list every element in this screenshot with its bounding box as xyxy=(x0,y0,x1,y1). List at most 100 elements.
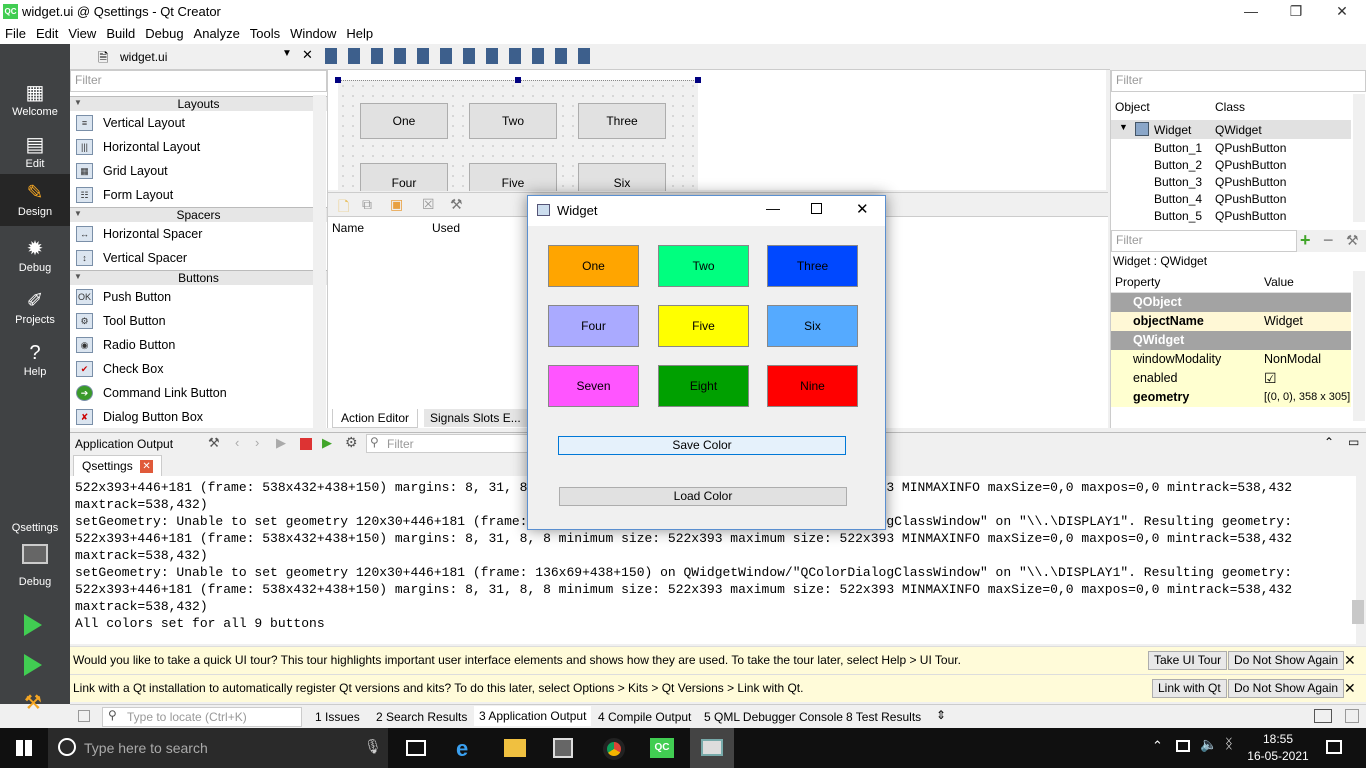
locator-input[interactable]: Type to locate (Ctrl+K) xyxy=(102,707,302,727)
link-with-qt-button[interactable]: Link with Qt xyxy=(1152,679,1227,698)
widget-form-layout[interactable]: ☷ Form Layout xyxy=(70,183,327,207)
menu-file[interactable]: File xyxy=(0,24,31,43)
widget-app-taskbar-item[interactable] xyxy=(690,728,734,768)
widget-horizontal-layout[interactable]: ||| Horizontal Layout xyxy=(70,135,327,159)
settings-gear-icon[interactable]: ⚙ xyxy=(345,434,358,451)
prev-icon[interactable]: ‹ xyxy=(235,435,239,450)
color-button-five[interactable]: Five xyxy=(658,305,749,347)
notification-icon[interactable] xyxy=(1326,740,1342,754)
property-filter-input[interactable]: Filter xyxy=(1111,230,1297,252)
volume-icon[interactable]: 🔈 xyxy=(1200,736,1217,753)
toggle-sidebar-icon[interactable] xyxy=(78,710,90,722)
widget-check-box[interactable]: ✔ Check Box xyxy=(70,357,327,381)
widget-filter-input[interactable]: Filter xyxy=(70,70,327,92)
color-button-four[interactable]: Four xyxy=(548,305,639,347)
file-dropdown-icon[interactable]: ▼ xyxy=(282,48,292,59)
color-button-two[interactable]: Two xyxy=(658,245,749,287)
restore-button[interactable]: ❐ xyxy=(1273,0,1319,24)
windows-start-icon[interactable] xyxy=(16,740,32,756)
widget-push-button[interactable]: OK Push Button xyxy=(70,285,327,309)
pane-qml-debugger-console[interactable]: 5 QML Debugger Console xyxy=(704,710,843,724)
menu-view[interactable]: View xyxy=(63,24,101,43)
pane-issues[interactable]: 1 Issues xyxy=(315,710,360,724)
do-not-show-again-button[interactable]: Do Not Show Again xyxy=(1228,679,1345,698)
build-hammer-icon[interactable]: ⚒ xyxy=(24,690,42,715)
widget-command-link-button[interactable]: ➔ Command Link Button xyxy=(70,381,327,405)
output-scrollbar-thumb[interactable] xyxy=(1352,600,1364,624)
output-tab-qsettings[interactable]: Qsettings ✕ xyxy=(73,455,163,476)
new-action-icon[interactable]: 🗋 xyxy=(338,196,349,220)
battery-icon[interactable] xyxy=(1176,740,1190,752)
dialog-close-button[interactable]: ✕ xyxy=(856,200,869,218)
selection-handle[interactable] xyxy=(515,77,521,83)
load-color-button[interactable]: Load Color xyxy=(559,487,847,506)
menu-help[interactable]: Help xyxy=(341,24,378,43)
form-button-one[interactable]: One xyxy=(360,103,448,139)
widget-dialog-button-box[interactable]: ✘ Dialog Button Box xyxy=(70,405,327,429)
close-infobar-icon[interactable]: ✕ xyxy=(1344,675,1356,701)
remove-property-icon[interactable]: − xyxy=(1323,230,1334,251)
widget-vertical-layout[interactable]: ≡ Vertical Layout xyxy=(70,111,327,135)
mode-welcome[interactable]: ▦ Welcome xyxy=(0,74,70,126)
widget-radio-button[interactable]: ◉ Radio Button xyxy=(70,333,327,357)
clean-icon[interactable]: ⚒ xyxy=(208,435,220,451)
file-explorer-icon[interactable] xyxy=(504,739,526,757)
task-view-icon[interactable] xyxy=(406,740,426,756)
minimize-button[interactable]: — xyxy=(1228,0,1274,24)
close-infobar-icon[interactable]: ✕ xyxy=(1344,647,1356,673)
toggle-progress-icon[interactable] xyxy=(1345,709,1359,723)
color-button-three[interactable]: Three xyxy=(767,245,858,287)
stop-icon[interactable] xyxy=(300,438,312,450)
taskbar-search-box[interactable]: Type here to search 🎙 xyxy=(48,728,388,768)
form-button-six[interactable]: Six xyxy=(578,163,666,191)
menu-analyze[interactable]: Analyze xyxy=(189,24,245,43)
form-button-three[interactable]: Three xyxy=(578,103,666,139)
widget-vertical-spacer[interactable]: ↕ Vertical Spacer xyxy=(70,246,327,270)
edge-browser-icon[interactable]: e xyxy=(456,736,468,762)
chrome-icon[interactable] xyxy=(603,738,625,760)
debug-run-icon[interactable] xyxy=(24,654,42,676)
color-button-six[interactable]: Six xyxy=(767,305,858,347)
category-spacers[interactable]: Spacers xyxy=(70,207,327,222)
microphone-icon[interactable]: 🎙 xyxy=(364,738,382,755)
copy-action-icon[interactable]: ⧉ xyxy=(362,196,372,213)
selection-handle[interactable] xyxy=(695,77,701,83)
rerun-icon[interactable]: ▶ xyxy=(276,435,286,451)
run-icon[interactable] xyxy=(24,614,42,636)
object-name[interactable]: Button_3 xyxy=(1154,175,1202,189)
category-layouts[interactable]: Layouts xyxy=(70,96,327,111)
object-name[interactable]: Button_2 xyxy=(1154,158,1202,172)
form-button-four[interactable]: Four xyxy=(360,163,448,191)
pane-search-results[interactable]: 2 Search Results xyxy=(376,710,467,724)
property-scrollbar[interactable] xyxy=(1353,271,1365,421)
selection-handle[interactable] xyxy=(335,77,341,83)
property-row-geometry[interactable]: geometry [(0, 0), 358 x 305] xyxy=(1111,388,1351,407)
language-icon[interactable]: ᛝ xyxy=(1225,736,1233,751)
dialog-maximize-button[interactable] xyxy=(811,203,822,214)
widget-grid-layout[interactable]: ▦ Grid Layout xyxy=(70,159,327,183)
menu-debug[interactable]: Debug xyxy=(140,24,188,43)
take-ui-tour-button[interactable]: Take UI Tour xyxy=(1148,651,1228,670)
close-file-icon[interactable]: ✕ xyxy=(302,47,313,63)
object-filter-input[interactable]: Filter xyxy=(1111,70,1366,92)
dialog-titlebar[interactable]: Widget — ✕ xyxy=(528,196,885,226)
next-icon[interactable]: › xyxy=(255,435,259,450)
configure-icon[interactable]: ⚒ xyxy=(450,196,463,213)
add-property-icon[interactable]: + xyxy=(1300,230,1311,251)
property-row-enabled[interactable]: enabled ☑ xyxy=(1111,369,1351,388)
menu-edit[interactable]: Edit xyxy=(31,24,63,43)
color-button-seven[interactable]: Seven xyxy=(548,365,639,407)
clock-time[interactable]: 18:55 xyxy=(1250,732,1306,746)
mode-projects[interactable]: ✐ Projects xyxy=(0,282,70,334)
mode-edit[interactable]: ▤ Edit xyxy=(0,126,70,178)
layout-tools-toolbar[interactable] xyxy=(325,48,595,64)
paste-action-icon[interactable]: ▣ xyxy=(390,196,403,213)
widget-tool-button[interactable]: ⚙ Tool Button xyxy=(70,309,327,333)
clock-date[interactable]: 16-05-2021 xyxy=(1246,749,1310,763)
pane-compile-output[interactable]: 4 Compile Output xyxy=(598,710,691,724)
dialog-minimize-button[interactable]: — xyxy=(766,200,780,216)
qt-creator-taskbar-icon[interactable]: QC xyxy=(650,738,674,758)
object-name[interactable]: Button_5 xyxy=(1154,209,1202,223)
object-scrollbar[interactable] xyxy=(1353,94,1365,222)
category-buttons[interactable]: Buttons xyxy=(70,270,327,285)
